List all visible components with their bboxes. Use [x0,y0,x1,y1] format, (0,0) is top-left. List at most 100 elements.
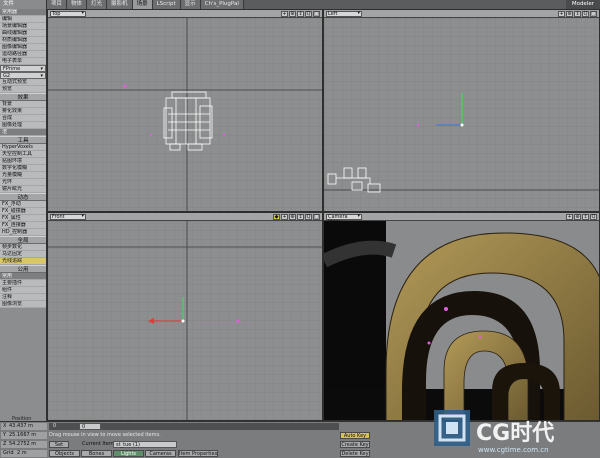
sidebar-section-header: 动态 [0,193,46,201]
sidebar-item[interactable]: 主要插件 [0,280,46,287]
tab-4[interactable]: 场景 [132,0,153,9]
frame-field[interactable]: 0 [79,423,101,430]
sidebar-item[interactable]: 镜片眩光 [0,186,46,193]
current-item-select[interactable]: st_tue (1) [113,441,177,448]
sidebar-item[interactable]: 运动路径器 [0,51,46,58]
sidebar-item[interactable]: FPrime [0,65,46,73]
viewport-top[interactable]: Top +⊕↕Q□ [47,9,323,212]
sidebar-item[interactable]: 帧步数化 [0,244,46,251]
sidebar-item[interactable]: HD_控制器 [0,229,46,236]
sidebar-item[interactable]: 图像浏览 [0,301,46,308]
sidebar-item[interactable]: 材质编辑器 [0,37,46,44]
viewport-tool-icon[interactable]: □ [590,10,597,17]
delete-key-button[interactable]: Delete Key [340,450,370,457]
create-key-button[interactable]: Create Key [340,441,370,448]
viewport-tool-icon[interactable]: Q [590,213,597,220]
watermark-url: www.cgtime.com.cn [478,446,549,454]
watermark-text: CG时代 [476,421,554,446]
viewport-tool-icon[interactable]: ⊕ [289,10,296,17]
viewport-tool-icon[interactable]: □ [313,213,320,220]
tab-7[interactable]: Ch's_PlugPal [200,0,244,9]
sidebar-item[interactable]: FX_浮动 [0,201,46,208]
viewport-tool-icon[interactable]: + [281,10,288,17]
sidebar-item[interactable]: 马达固定 [0,251,46,258]
viewport-tool-icon[interactable]: + [566,213,573,220]
sidebar-item[interactable]: 合成 [0,115,46,122]
tab-1[interactable]: 物体 [67,0,88,9]
x-coordinate[interactable]: X 43.437 m [1,423,47,430]
sidebar-item[interactable]: FX_碰撞器 [0,208,46,215]
sidebar-item[interactable]: 光量模糊 [0,172,46,179]
tab-0[interactable]: 项目 [47,0,68,9]
sidebar-item[interactable]: 背景 [0,101,46,108]
viewport-tool-icon[interactable]: □ [313,10,320,17]
view-selector[interactable]: Camera View [326,213,362,224]
sidebar-item[interactable]: 注释 [0,294,46,301]
sidebar-item[interactable]: 常用 [0,273,46,280]
sidebar-item[interactable]: 预览 [0,86,46,93]
viewport-camera[interactable]: Camera View +⊕↕Q [323,212,600,421]
tab-2[interactable]: 灯光 [87,0,108,9]
item-properties-button[interactable]: Item Properties [178,450,218,457]
sidebar-item[interactable]: 常用器 [0,9,46,16]
modeler-button[interactable]: Modeler [565,0,600,9]
sidebar-item[interactable]: 渲 [0,129,46,136]
viewport-tool-icon[interactable]: + [281,213,288,220]
viewport-tool-icon[interactable]: ⊕ [566,10,573,17]
sidebar-item[interactable]: HyperVoxels [0,144,46,151]
viewport-icons: + ⊕ ↕ Q □ [281,10,320,17]
viewport-tool-icon[interactable]: ⊕ [289,213,296,220]
viewport-tool-icon[interactable]: Q [305,10,312,17]
viewport-tool-icon[interactable]: ⊕ [574,213,581,220]
grid-front [48,221,322,420]
viewport-tool-icon[interactable]: + [558,10,565,17]
viewport-left[interactable]: Left +⊕↕Q□ [323,9,600,212]
grid-size: Grid 2 m [1,450,47,457]
item-tab-0[interactable]: Objects [49,450,80,457]
sidebar-item[interactable]: G2 [0,72,46,80]
sidebar-item[interactable]: 编辑 [0,16,46,23]
viewport-front[interactable]: Front ◆+⊕↕Q□ [47,212,323,421]
sidebar-item[interactable]: 光线追踪 [0,258,46,265]
tab-3[interactable]: 摄影机 [107,0,133,9]
viewport-tool-icon[interactable]: ◆ [273,213,280,220]
sidebar-item[interactable]: FX_连接器 [0,222,46,229]
item-type-tabs: Objects Bones Lights Cameras [49,450,176,457]
viewport-tool-icon[interactable]: ↕ [297,213,304,220]
sidebar-item[interactable]: 场景编辑器 [0,23,46,30]
sidebar-item[interactable]: 图像编辑器 [0,44,46,51]
sidebar-item[interactable]: 贴图环境 [0,158,46,165]
view-selector[interactable]: Front [50,213,86,220]
sidebar-item[interactable]: 光环 [0,179,46,186]
viewport-tool-icon[interactable]: ↕ [574,10,581,17]
position-label: Position [12,416,32,422]
timeline[interactable]: 0 0 [49,423,339,430]
viewport-header: Camera View +⊕↕Q [324,213,599,224]
viewport-tool-icon[interactable]: ↕ [582,213,589,220]
tab-5[interactable]: LScript [152,0,181,9]
set-button[interactable]: Set [49,441,69,448]
view-selector[interactable]: Top [50,10,86,17]
item-tab-3[interactable]: Cameras [145,450,176,457]
sidebar-item[interactable]: 曲线编辑器 [0,30,46,37]
view-selector[interactable]: Left [326,10,362,17]
tab-6[interactable]: 显示 [180,0,201,9]
sidebar-item[interactable]: 数字化模糊 [0,165,46,172]
viewport-tool-icon[interactable]: Q [305,213,312,220]
sidebar-item[interactable]: 天空控制工具 [0,151,46,158]
y-coordinate[interactable]: Y 25.1667 m [1,432,47,439]
viewport-tool-icon[interactable]: Q [582,10,589,17]
sidebar-item[interactable]: 雾化效果 [0,108,46,115]
item-tab-2[interactable]: Lights [113,450,144,457]
item-tab-1[interactable]: Bones [81,450,112,457]
viewport-tool-icon[interactable]: ↕ [297,10,304,17]
file-menu[interactable]: 文件 [0,0,47,9]
sidebar-item[interactable]: 图像处理 [0,122,46,129]
sidebar-item[interactable]: FX_属性 [0,215,46,222]
sidebar-item[interactable]: 电子表单 [0,58,46,65]
auto-key-button[interactable]: Auto Key [340,432,370,439]
sidebar-item[interactable]: 组件 [0,287,46,294]
y-value: 25.1667 m [9,432,37,438]
z-coordinate[interactable]: Z 54.2752 m [1,441,47,448]
sidebar-item[interactable]: 互动式预览 [0,79,46,86]
